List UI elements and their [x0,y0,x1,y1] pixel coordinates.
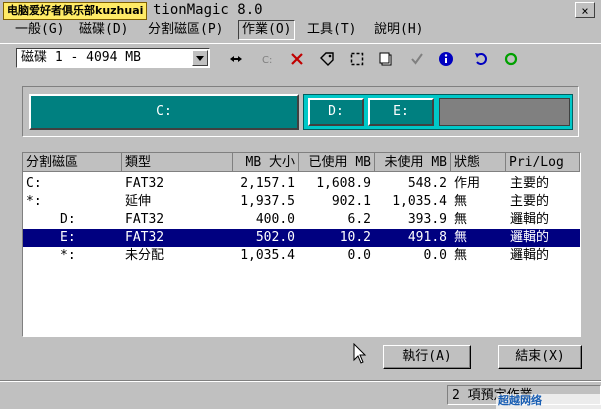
cell-status: 無 [454,248,468,263]
cell-status: 無 [454,212,468,227]
cell-used: 10.2 [339,230,371,245]
select-icon[interactable] [347,49,367,69]
cell-status: 作用 [454,176,481,191]
cell-type: FAT32 [125,230,165,245]
column-header-unused[interactable]: 未使用 MB [375,153,451,172]
menu-operations[interactable]: 作業(O) [238,20,296,40]
table-header: 分割磁區 類型 MB 大小 已使用 MB 未使用 MB 狀態 Pri/Log [23,153,580,172]
undo-icon[interactable] [471,49,491,69]
extended-partition-block[interactable]: D: E: [303,94,573,130]
partition-table: 分割磁區 類型 MB 大小 已使用 MB 未使用 MB 狀態 Pri/Log C… [22,152,581,337]
menu-general[interactable]: 一般(G) [12,21,67,39]
window-title: tionMagic 8.0 [153,2,263,18]
cell-size: 400.0 [255,212,295,227]
disk-select-value: 磁碟 1 - 4094 MB [21,50,141,65]
cell-status: 無 [454,194,468,209]
unallocated-block[interactable] [439,98,570,126]
close-button[interactable]: × [575,2,595,18]
menu-partition[interactable]: 分割磁區(P) [145,21,226,39]
column-header-prilog[interactable]: Pri/Log [506,153,580,172]
partition-map: C: D: E: [22,86,579,137]
mouse-cursor-icon [353,342,367,369]
column-header-size[interactable]: MB 大小 [233,153,299,172]
menu-tools[interactable]: 工具(T) [304,21,359,39]
cell-unused: 0.0 [423,248,447,263]
menu-help[interactable]: 說明(H) [371,21,426,39]
check-icon[interactable] [407,49,427,69]
cell-type: FAT32 [125,176,165,191]
cell-partition: D: [60,212,76,227]
label-icon[interactable] [317,49,337,69]
delete-icon[interactable] [287,49,307,69]
info-icon[interactable] [436,49,456,69]
cell-size: 2,157.1 [240,176,295,191]
column-header-status[interactable]: 狀態 [451,153,506,172]
cell-prilog: 主要的 [510,194,550,209]
table-row[interactable]: *: 未分配 1,035.4 0.0 0.0 無 邏輯的 [23,247,580,265]
watermark-badge: 电脑爱好者俱乐部kuzhuai [3,2,148,20]
cell-prilog: 邏輯的 [510,248,550,263]
chevron-down-icon[interactable] [192,50,208,66]
finish-button[interactable]: 結束(X) [498,345,582,369]
apply-icon[interactable] [501,49,521,69]
svg-text:C:: C: [262,55,272,66]
partition-block-d[interactable]: D: [308,98,364,126]
cell-size: 1,937.5 [240,194,295,209]
table-row[interactable]: C: FAT32 2,157.1 1,608.9 548.2 作用 主要的 [23,175,580,193]
status-separator [0,380,601,382]
cell-type: 未分配 [125,248,165,263]
watermark-text: 超越网络 X6X8.COM [496,394,601,409]
menu-disk[interactable]: 磁碟(D) [76,21,131,39]
column-header-type[interactable]: 類型 [122,153,233,172]
resize-icon[interactable] [226,49,246,69]
title-bar: 电脑爱好者俱乐部kuzhuai tionMagic 8.0 × [0,0,601,20]
cell-type: 延伸 [125,194,152,209]
partition-block-c[interactable]: C: [29,94,299,130]
disk-select[interactable]: 磁碟 1 - 4094 MB [16,48,210,68]
table-row-selected[interactable]: E: FAT32 502.0 10.2 491.8 無 邏輯的 [23,229,580,247]
table-row[interactable]: D: FAT32 400.0 6.2 393.9 無 邏輯的 [23,211,580,229]
execute-button[interactable]: 執行(A) [383,345,471,369]
cell-unused: 393.9 [407,212,447,227]
cell-used: 0.0 [347,248,371,263]
cell-prilog: 邏輯的 [510,212,550,227]
cell-partition: C: [26,176,42,191]
cell-size: 1,035.4 [240,248,295,263]
partition-block-e[interactable]: E: [368,98,434,126]
cell-type: FAT32 [125,212,165,227]
cell-used: 902.1 [331,194,371,209]
cell-unused: 548.2 [407,176,447,191]
column-header-used[interactable]: 已使用 MB [299,153,375,172]
table-body: C: FAT32 2,157.1 1,608.9 548.2 作用 主要的 *:… [23,175,580,265]
cell-unused: 1,035.4 [392,194,447,209]
properties-icon[interactable] [376,49,396,69]
cell-used: 1,608.9 [316,176,371,191]
copy-icon[interactable]: C: [257,49,277,69]
cell-used: 6.2 [347,212,371,227]
cell-size: 502.0 [255,230,295,245]
column-header-partition[interactable]: 分割磁區 [23,153,122,172]
toolbar: 磁碟 1 - 4094 MB C: [0,43,601,72]
cell-prilog: 主要的 [510,176,550,191]
menu-bar: 一般(G) 磁碟(D) 分割磁區(P) 作業(O) 工具(T) 說明(H) [0,20,601,40]
cell-status: 無 [454,230,468,245]
cell-partition: *: [26,194,42,209]
cell-partition: *: [60,248,76,263]
cell-prilog: 邏輯的 [510,230,550,245]
table-row[interactable]: *: 延伸 1,937.5 902.1 1,035.4 無 主要的 [23,193,580,211]
partitionmagic-window: 电脑爱好者俱乐部kuzhuai tionMagic 8.0 × 一般(G) 磁碟… [0,0,601,409]
cell-unused: 491.8 [407,230,447,245]
cell-partition: E: [60,230,76,245]
